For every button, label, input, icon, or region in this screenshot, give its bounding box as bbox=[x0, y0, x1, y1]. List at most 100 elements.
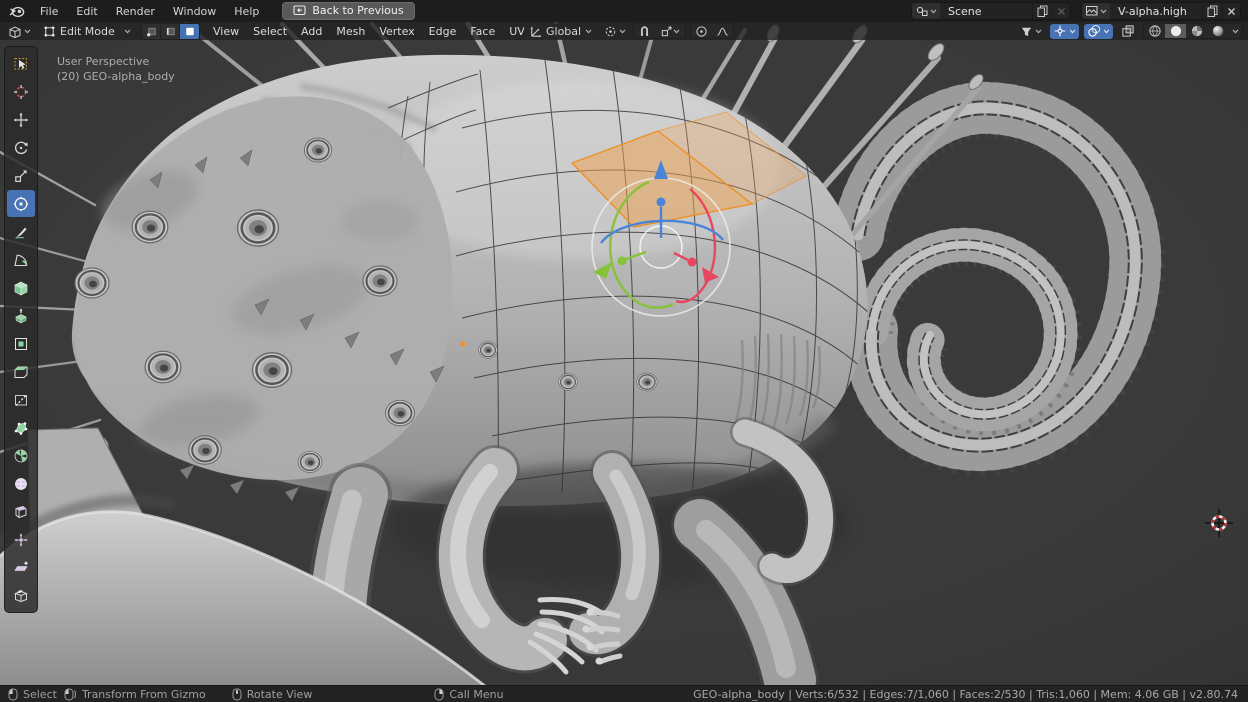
mode-selector[interactable]: Edit Mode bbox=[38, 24, 136, 39]
mouse-left-icon bbox=[8, 688, 18, 701]
proportional-editing-controls bbox=[690, 23, 734, 39]
menu-edit[interactable]: Edit bbox=[67, 2, 106, 21]
snap-target-button[interactable] bbox=[655, 24, 685, 38]
object-visibility-filter-button[interactable] bbox=[1017, 24, 1045, 39]
toolbar bbox=[4, 46, 38, 613]
tool-scale[interactable] bbox=[7, 162, 35, 189]
menu-vertex[interactable]: Vertex bbox=[372, 25, 421, 38]
shading-options-button[interactable] bbox=[1228, 24, 1242, 38]
menu-view[interactable]: View bbox=[206, 25, 246, 38]
menu-file[interactable]: File bbox=[31, 2, 67, 21]
shading-solid-button[interactable] bbox=[1165, 24, 1186, 38]
pivot-point-selector[interactable] bbox=[601, 24, 629, 39]
material-shading-icon bbox=[1190, 24, 1204, 38]
shading-rendered-button[interactable] bbox=[1207, 24, 1228, 38]
view-layer-name[interactable]: V-alpha.high bbox=[1110, 5, 1202, 18]
select-mode-vertex-button[interactable] bbox=[142, 24, 161, 39]
view-layer-selector[interactable]: V-alpha.high bbox=[1081, 2, 1241, 20]
tool-measure[interactable] bbox=[7, 246, 35, 273]
chevron-down-icon bbox=[585, 29, 592, 34]
viewport-header-middle: Global bbox=[524, 23, 734, 39]
viewport-3d[interactable]: Edit Mode View Select Add Mesh Vertex bbox=[0, 22, 1248, 685]
tool-poly-build[interactable] bbox=[7, 414, 35, 441]
chevron-down-icon bbox=[1232, 29, 1239, 34]
viewport-3d-scene[interactable] bbox=[0, 22, 1248, 685]
back-to-previous-button[interactable]: Back to Previous bbox=[282, 2, 414, 20]
menu-mesh[interactable]: Mesh bbox=[329, 25, 372, 38]
tool-transform[interactable] bbox=[7, 190, 35, 217]
editor-type-button[interactable] bbox=[5, 24, 34, 39]
gizmo-icon bbox=[1053, 24, 1067, 38]
tool-move[interactable] bbox=[7, 106, 35, 133]
tool-shrink-fatten[interactable] bbox=[7, 526, 35, 553]
snap-toggle-button[interactable] bbox=[634, 24, 655, 38]
scene-new-button[interactable] bbox=[1032, 3, 1052, 19]
show-gizmo-button[interactable] bbox=[1050, 24, 1079, 39]
mode-label: Edit Mode bbox=[60, 25, 120, 38]
menu-help[interactable]: Help bbox=[225, 2, 268, 21]
scene-name[interactable]: Scene bbox=[940, 5, 1032, 18]
menu-window[interactable]: Window bbox=[164, 2, 225, 21]
menu-render[interactable]: Render bbox=[107, 2, 164, 21]
proportional-falloff-button[interactable] bbox=[712, 24, 733, 38]
topbar-right: Scene bbox=[911, 2, 1241, 20]
tool-annotate[interactable] bbox=[7, 218, 35, 245]
magnet-icon bbox=[638, 25, 651, 38]
snap-target-icon bbox=[660, 25, 673, 38]
tool-knife[interactable] bbox=[7, 386, 35, 413]
scene-browse-button[interactable] bbox=[912, 3, 940, 19]
mouse-left-drag-icon bbox=[64, 688, 77, 701]
scene-selector[interactable]: Scene bbox=[911, 2, 1071, 20]
pivot-icon bbox=[604, 25, 617, 38]
overlays-icon bbox=[1087, 24, 1101, 38]
view-layer-delete-button[interactable] bbox=[1222, 3, 1240, 19]
viewport-overlay-text: User Perspective (20) GEO-alpha_body bbox=[57, 54, 175, 84]
toggle-xray-button[interactable] bbox=[1118, 24, 1138, 39]
view-layer-browse-button[interactable] bbox=[1082, 3, 1110, 19]
menu-add[interactable]: Add bbox=[294, 25, 329, 38]
viewport-header-right bbox=[1017, 23, 1243, 39]
chevron-down-icon bbox=[1103, 29, 1110, 34]
scene-icon bbox=[915, 5, 929, 17]
tool-inset-faces[interactable] bbox=[7, 330, 35, 357]
scene-delete-button bbox=[1052, 3, 1070, 19]
chevron-down-icon bbox=[1035, 29, 1042, 34]
tool-rotate[interactable] bbox=[7, 134, 35, 161]
view-layer-new-button[interactable] bbox=[1202, 3, 1222, 19]
proportional-editing-button[interactable] bbox=[691, 24, 712, 38]
tool-add-cube[interactable] bbox=[7, 274, 35, 301]
menu-select[interactable]: Select bbox=[246, 25, 294, 38]
tool-bevel[interactable] bbox=[7, 358, 35, 385]
editor-3d-viewport-icon bbox=[8, 25, 22, 38]
shading-material-button[interactable] bbox=[1186, 24, 1207, 38]
orientation-icon bbox=[529, 25, 542, 38]
menu-edge[interactable]: Edge bbox=[422, 25, 464, 38]
tool-edge-slide[interactable] bbox=[7, 498, 35, 525]
tool-select-box[interactable] bbox=[7, 50, 35, 77]
selected-vertex[interactable] bbox=[460, 341, 465, 346]
tool-rip-region[interactable] bbox=[7, 582, 35, 609]
shading-wireframe-button[interactable] bbox=[1144, 24, 1165, 38]
chevron-down-icon bbox=[1100, 9, 1107, 14]
chevron-down-icon bbox=[24, 29, 31, 34]
tool-smooth[interactable] bbox=[7, 470, 35, 497]
tool-cursor[interactable] bbox=[7, 78, 35, 105]
show-overlays-button[interactable] bbox=[1084, 24, 1113, 39]
xray-icon bbox=[1121, 24, 1135, 38]
select-mode-face-button[interactable] bbox=[180, 24, 199, 39]
wireframe-shading-icon bbox=[1148, 24, 1162, 38]
shading-mode-group bbox=[1143, 23, 1243, 39]
status-hint-call-menu: Call Menu bbox=[434, 688, 503, 701]
orientation-label: Global bbox=[546, 25, 581, 38]
tool-spin[interactable] bbox=[7, 442, 35, 469]
transform-orientation-selector[interactable]: Global bbox=[524, 24, 597, 39]
tool-extrude-region[interactable] bbox=[7, 302, 35, 329]
statusbar: Select Transform From Gizmo Rotate View … bbox=[0, 685, 1248, 702]
blender-logo-icon[interactable] bbox=[7, 3, 27, 19]
tool-shear[interactable] bbox=[7, 554, 35, 581]
menu-face[interactable]: Face bbox=[463, 25, 502, 38]
select-mode-edge-button[interactable] bbox=[161, 24, 180, 39]
rendered-shading-icon bbox=[1211, 24, 1225, 38]
chevron-down-icon bbox=[124, 29, 131, 34]
scene-statistics: GEO-alpha_body | Verts:6/532 | Edges:7/1… bbox=[693, 688, 1248, 701]
